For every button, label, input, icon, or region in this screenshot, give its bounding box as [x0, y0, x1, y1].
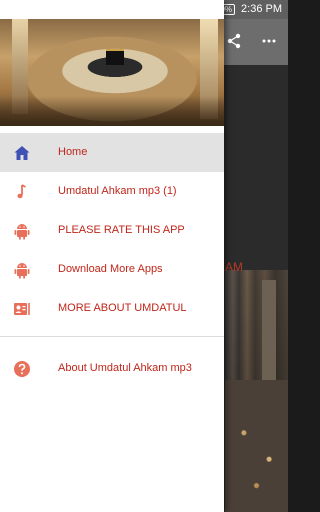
- android-icon: [13, 261, 31, 279]
- drawer-item-more-about[interactable]: MORE ABOUT UMDATUL: [0, 289, 224, 328]
- android-icon: [13, 222, 31, 240]
- drawer-item-about[interactable]: About Umdatul Ahkam mp3: [0, 349, 224, 388]
- overflow-menu-icon[interactable]: [261, 33, 277, 53]
- contact-card-icon: [13, 300, 31, 318]
- header-shade: [0, 96, 224, 126]
- help-icon: [13, 360, 31, 378]
- drawer-item-label: Home: [58, 146, 88, 158]
- drawer-item-home[interactable]: Home: [0, 133, 224, 172]
- drawer-item-label: About Umdatul Ahkam mp3: [58, 362, 192, 374]
- drawer-item-rate-app[interactable]: PLEASE RATE THIS APP: [0, 211, 224, 250]
- drawer-menu: Home Umdatul Ahkam mp3 (1) PLEASE RATE T…: [0, 133, 224, 388]
- drawer-item-label: MORE ABOUT UMDATUL: [58, 302, 187, 314]
- status-clock: 2:36 PM: [241, 3, 282, 15]
- drawer-header-image: [0, 19, 224, 126]
- drawer-divider: [0, 336, 224, 337]
- drawer-item-label: PLEASE RATE THIS APP: [58, 224, 185, 236]
- share-icon[interactable]: [226, 33, 242, 53]
- drawer-item-label: Download More Apps: [58, 263, 163, 275]
- city-lights-image: [225, 380, 288, 512]
- drawer-item-download-more[interactable]: Download More Apps: [0, 250, 224, 289]
- background-title: AM: [225, 260, 243, 274]
- drawer-item-label: Umdatul Ahkam mp3 (1): [58, 185, 177, 197]
- drawer-item-umdatul-mp3[interactable]: Umdatul Ahkam mp3 (1): [0, 172, 224, 211]
- navigation-drawer: Home Umdatul Ahkam mp3 (1) PLEASE RATE T…: [0, 0, 224, 512]
- kaaba: [106, 49, 124, 65]
- music-note-icon: [13, 183, 31, 201]
- home-icon: [13, 144, 31, 162]
